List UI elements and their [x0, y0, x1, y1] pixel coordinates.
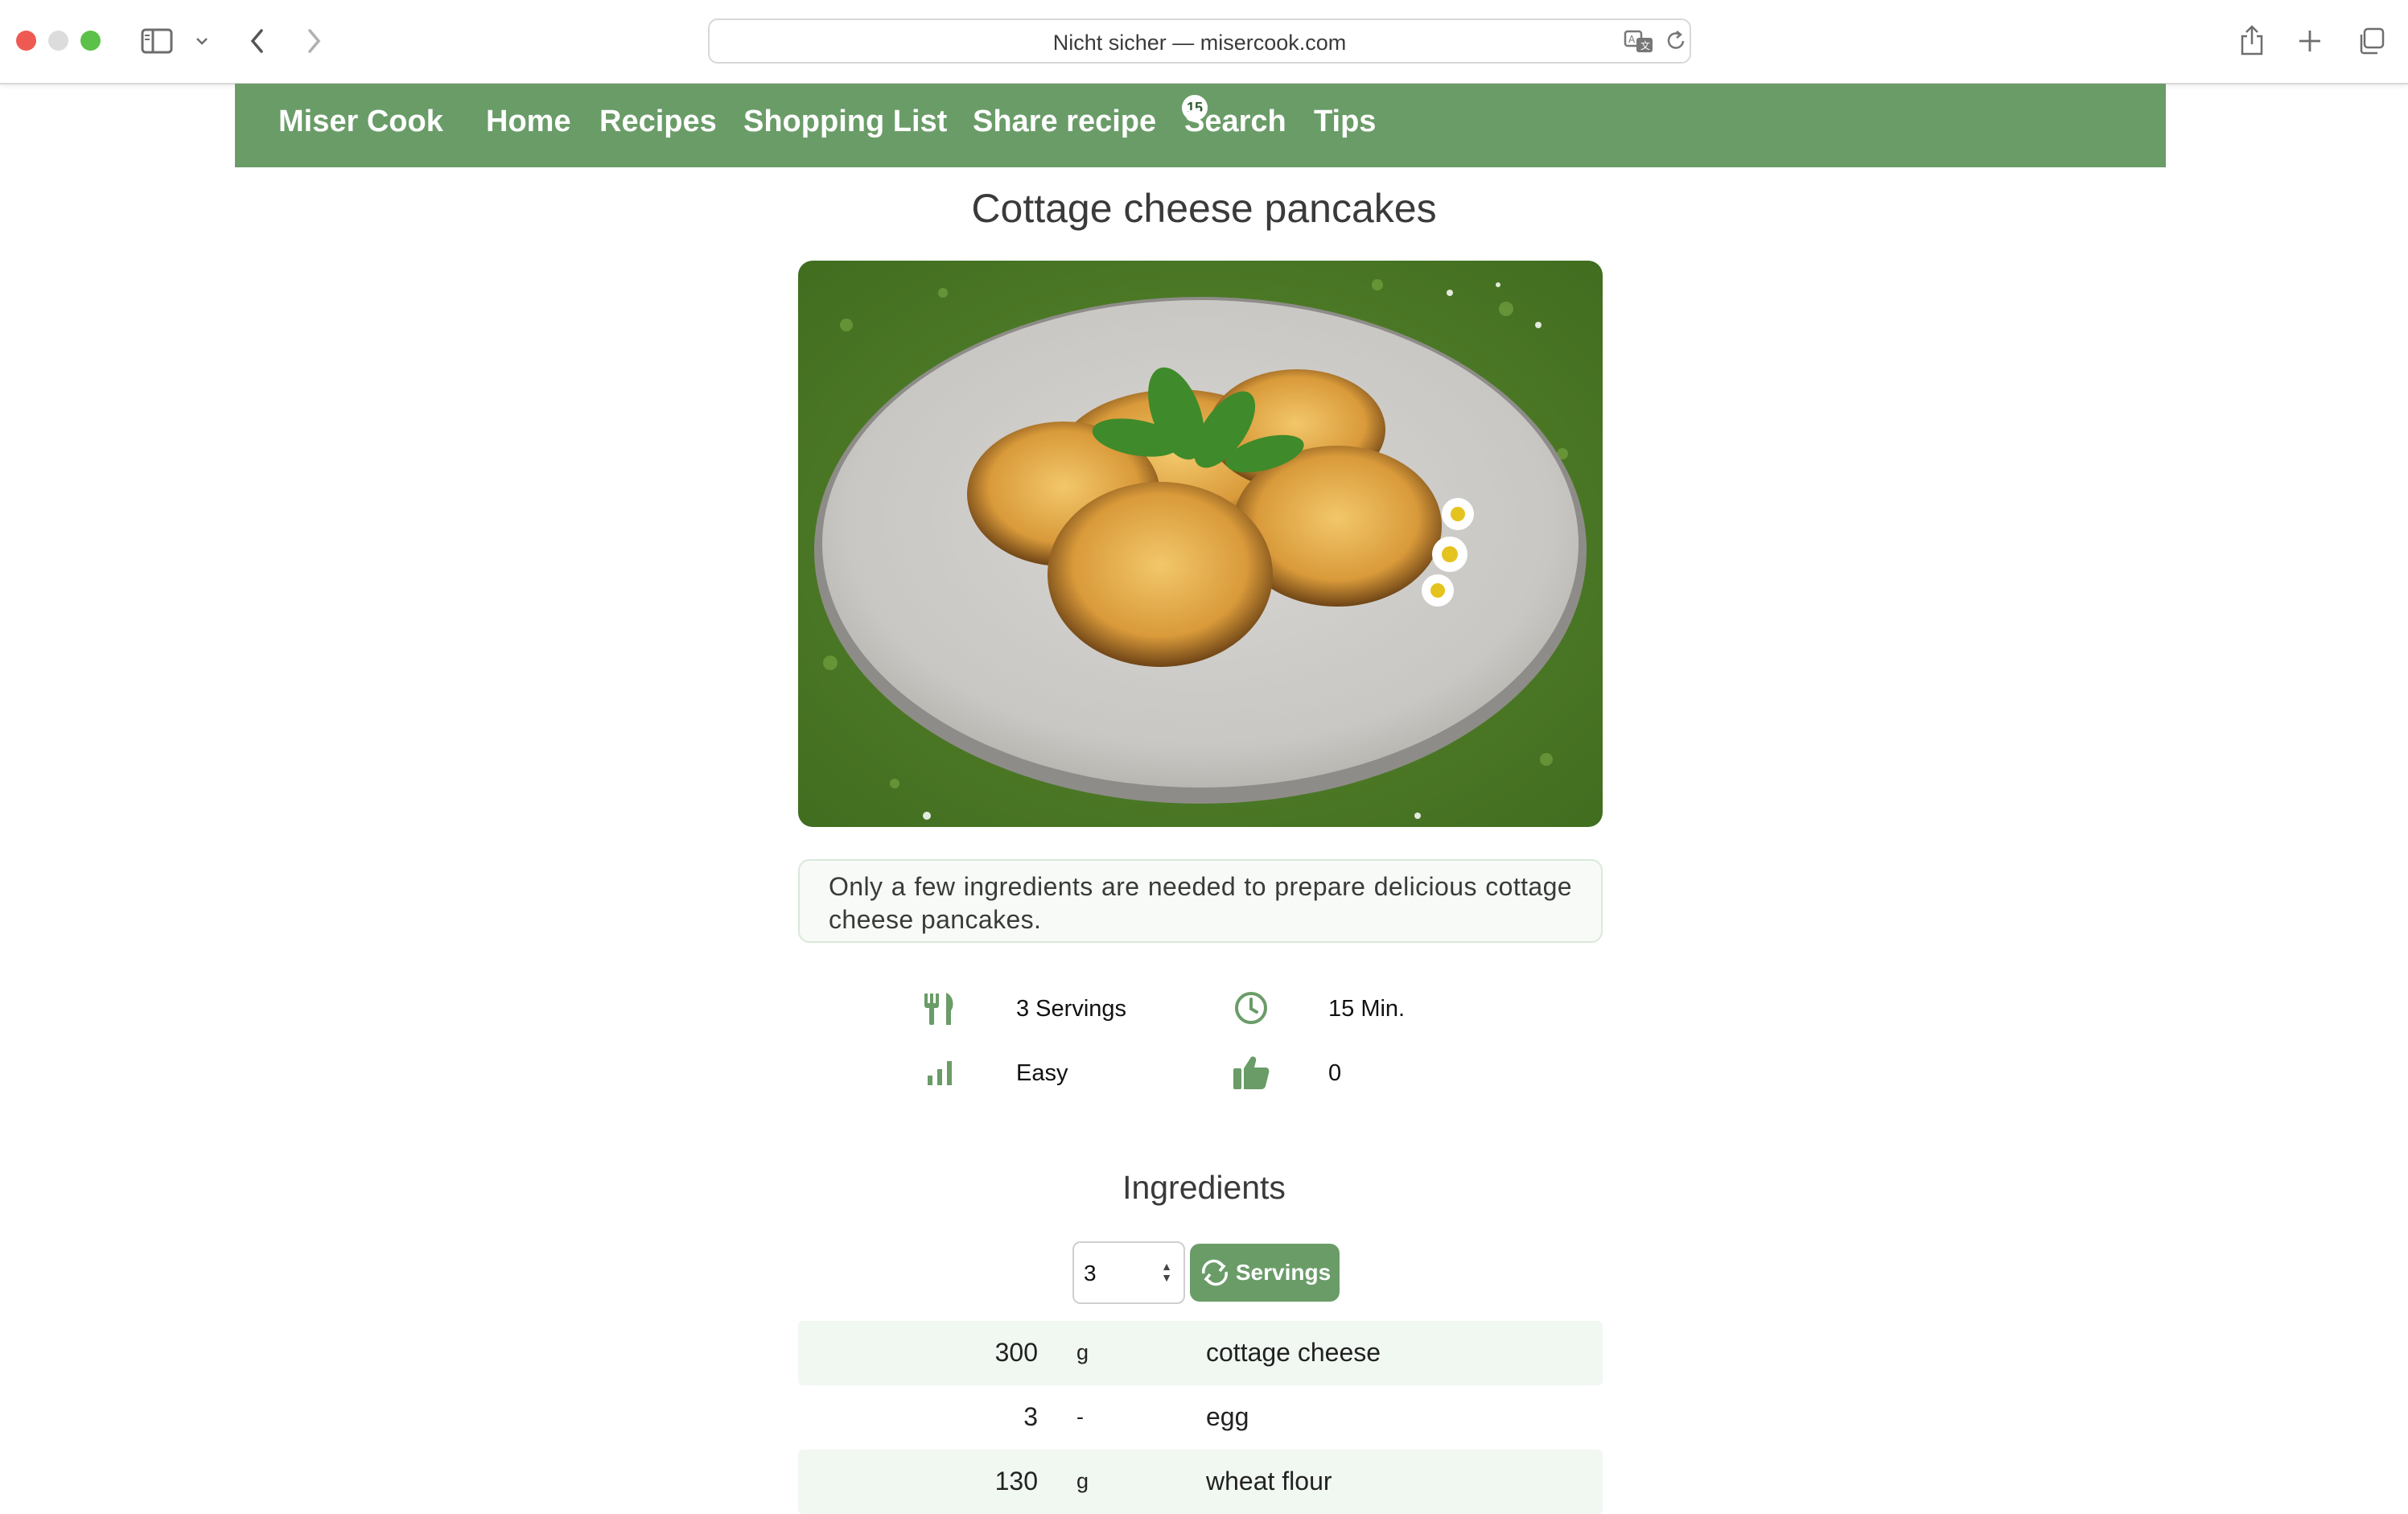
- chevron-down-icon[interactable]: [190, 19, 214, 63]
- nav-home[interactable]: Home: [486, 105, 571, 139]
- svg-text:文: 文: [1640, 39, 1650, 51]
- tabs-icon[interactable]: [2353, 19, 2389, 63]
- site-navbar: Miser Cook Home Recipes Shopping List 15…: [235, 84, 2166, 167]
- recipe-title: Cottage cheese pancakes: [971, 186, 1437, 231]
- translate-icon[interactable]: A文: [1624, 28, 1656, 58]
- difficulty-text: Easy: [1016, 1060, 1068, 1086]
- ingredient-unit: g: [1076, 1469, 1089, 1493]
- recipe-description-box: Only a few ingredients are needed to pre…: [798, 859, 1603, 943]
- zoom-window-button[interactable]: [80, 31, 101, 51]
- reload-icon[interactable]: [1664, 28, 1688, 58]
- spinner-arrows-icon[interactable]: ▲ ▼: [1161, 1261, 1172, 1283]
- recipe-description: Only a few ingredients are needed to pre…: [829, 872, 1572, 934]
- forward-icon[interactable]: [298, 19, 330, 63]
- bar-chart-icon: [924, 1056, 957, 1092]
- ingredient-row: 3 - egg: [798, 1385, 1603, 1450]
- ingredient-name: wheat flour: [1206, 1467, 1332, 1495]
- plus-icon[interactable]: [2293, 19, 2327, 63]
- ingredient-unit: -: [1076, 1405, 1084, 1429]
- nav-recipes[interactable]: Recipes: [599, 105, 717, 139]
- servings-text: 3 Servings: [1016, 996, 1127, 1022]
- ingredient-row: 130 g wheat flour: [798, 1450, 1603, 1514]
- update-servings-button[interactable]: Servings: [1190, 1244, 1340, 1302]
- ingredients-title: Ingredients: [1122, 1169, 1286, 1206]
- nav-shopping-list[interactable]: Shopping List: [743, 105, 947, 139]
- brand-link[interactable]: Miser Cook: [278, 105, 443, 139]
- address-text: Nicht sicher — misercook.com: [1052, 31, 1347, 55]
- share-icon[interactable]: [2235, 19, 2269, 63]
- ingredient-name: egg: [1206, 1402, 1249, 1431]
- clock-icon: [1233, 990, 1269, 1030]
- ingredient-row: 300 g cottage cheese: [798, 1321, 1603, 1385]
- back-icon[interactable]: [241, 19, 274, 63]
- thumbs-up-icon[interactable]: [1232, 1054, 1270, 1095]
- nav-share-recipe[interactable]: Share recipe: [973, 105, 1156, 139]
- ingredient-unit: g: [1076, 1340, 1089, 1364]
- ingredient-amount: 300: [994, 1338, 1038, 1367]
- address-bar[interactable]: Nicht sicher — misercook.com A文: [708, 19, 1691, 64]
- nav-tips[interactable]: Tips: [1314, 105, 1376, 139]
- sidebar-icon[interactable]: [137, 19, 177, 63]
- servings-button-label: Servings: [1235, 1260, 1332, 1285]
- nav-search[interactable]: Search: [1184, 105, 1286, 139]
- refresh-icon: [1201, 1259, 1228, 1286]
- browser-toolbar: Nicht sicher — misercook.com A文: [0, 0, 2408, 84]
- likes-count: 0: [1328, 1060, 1342, 1086]
- svg-text:A: A: [1628, 34, 1636, 45]
- minimize-window-button[interactable]: [48, 31, 68, 51]
- time-text: 15 Min.: [1328, 996, 1406, 1022]
- ingredient-amount: 130: [994, 1467, 1038, 1495]
- ingredient-name: cottage cheese: [1206, 1338, 1381, 1367]
- fork-knife-icon: [922, 991, 957, 1031]
- close-window-button[interactable]: [16, 31, 36, 51]
- recipe-photo: [798, 261, 1603, 827]
- servings-input-value: 3: [1084, 1261, 1097, 1286]
- ingredient-amount: 3: [1023, 1402, 1038, 1431]
- servings-stepper[interactable]: 3 ▲ ▼: [1072, 1241, 1185, 1304]
